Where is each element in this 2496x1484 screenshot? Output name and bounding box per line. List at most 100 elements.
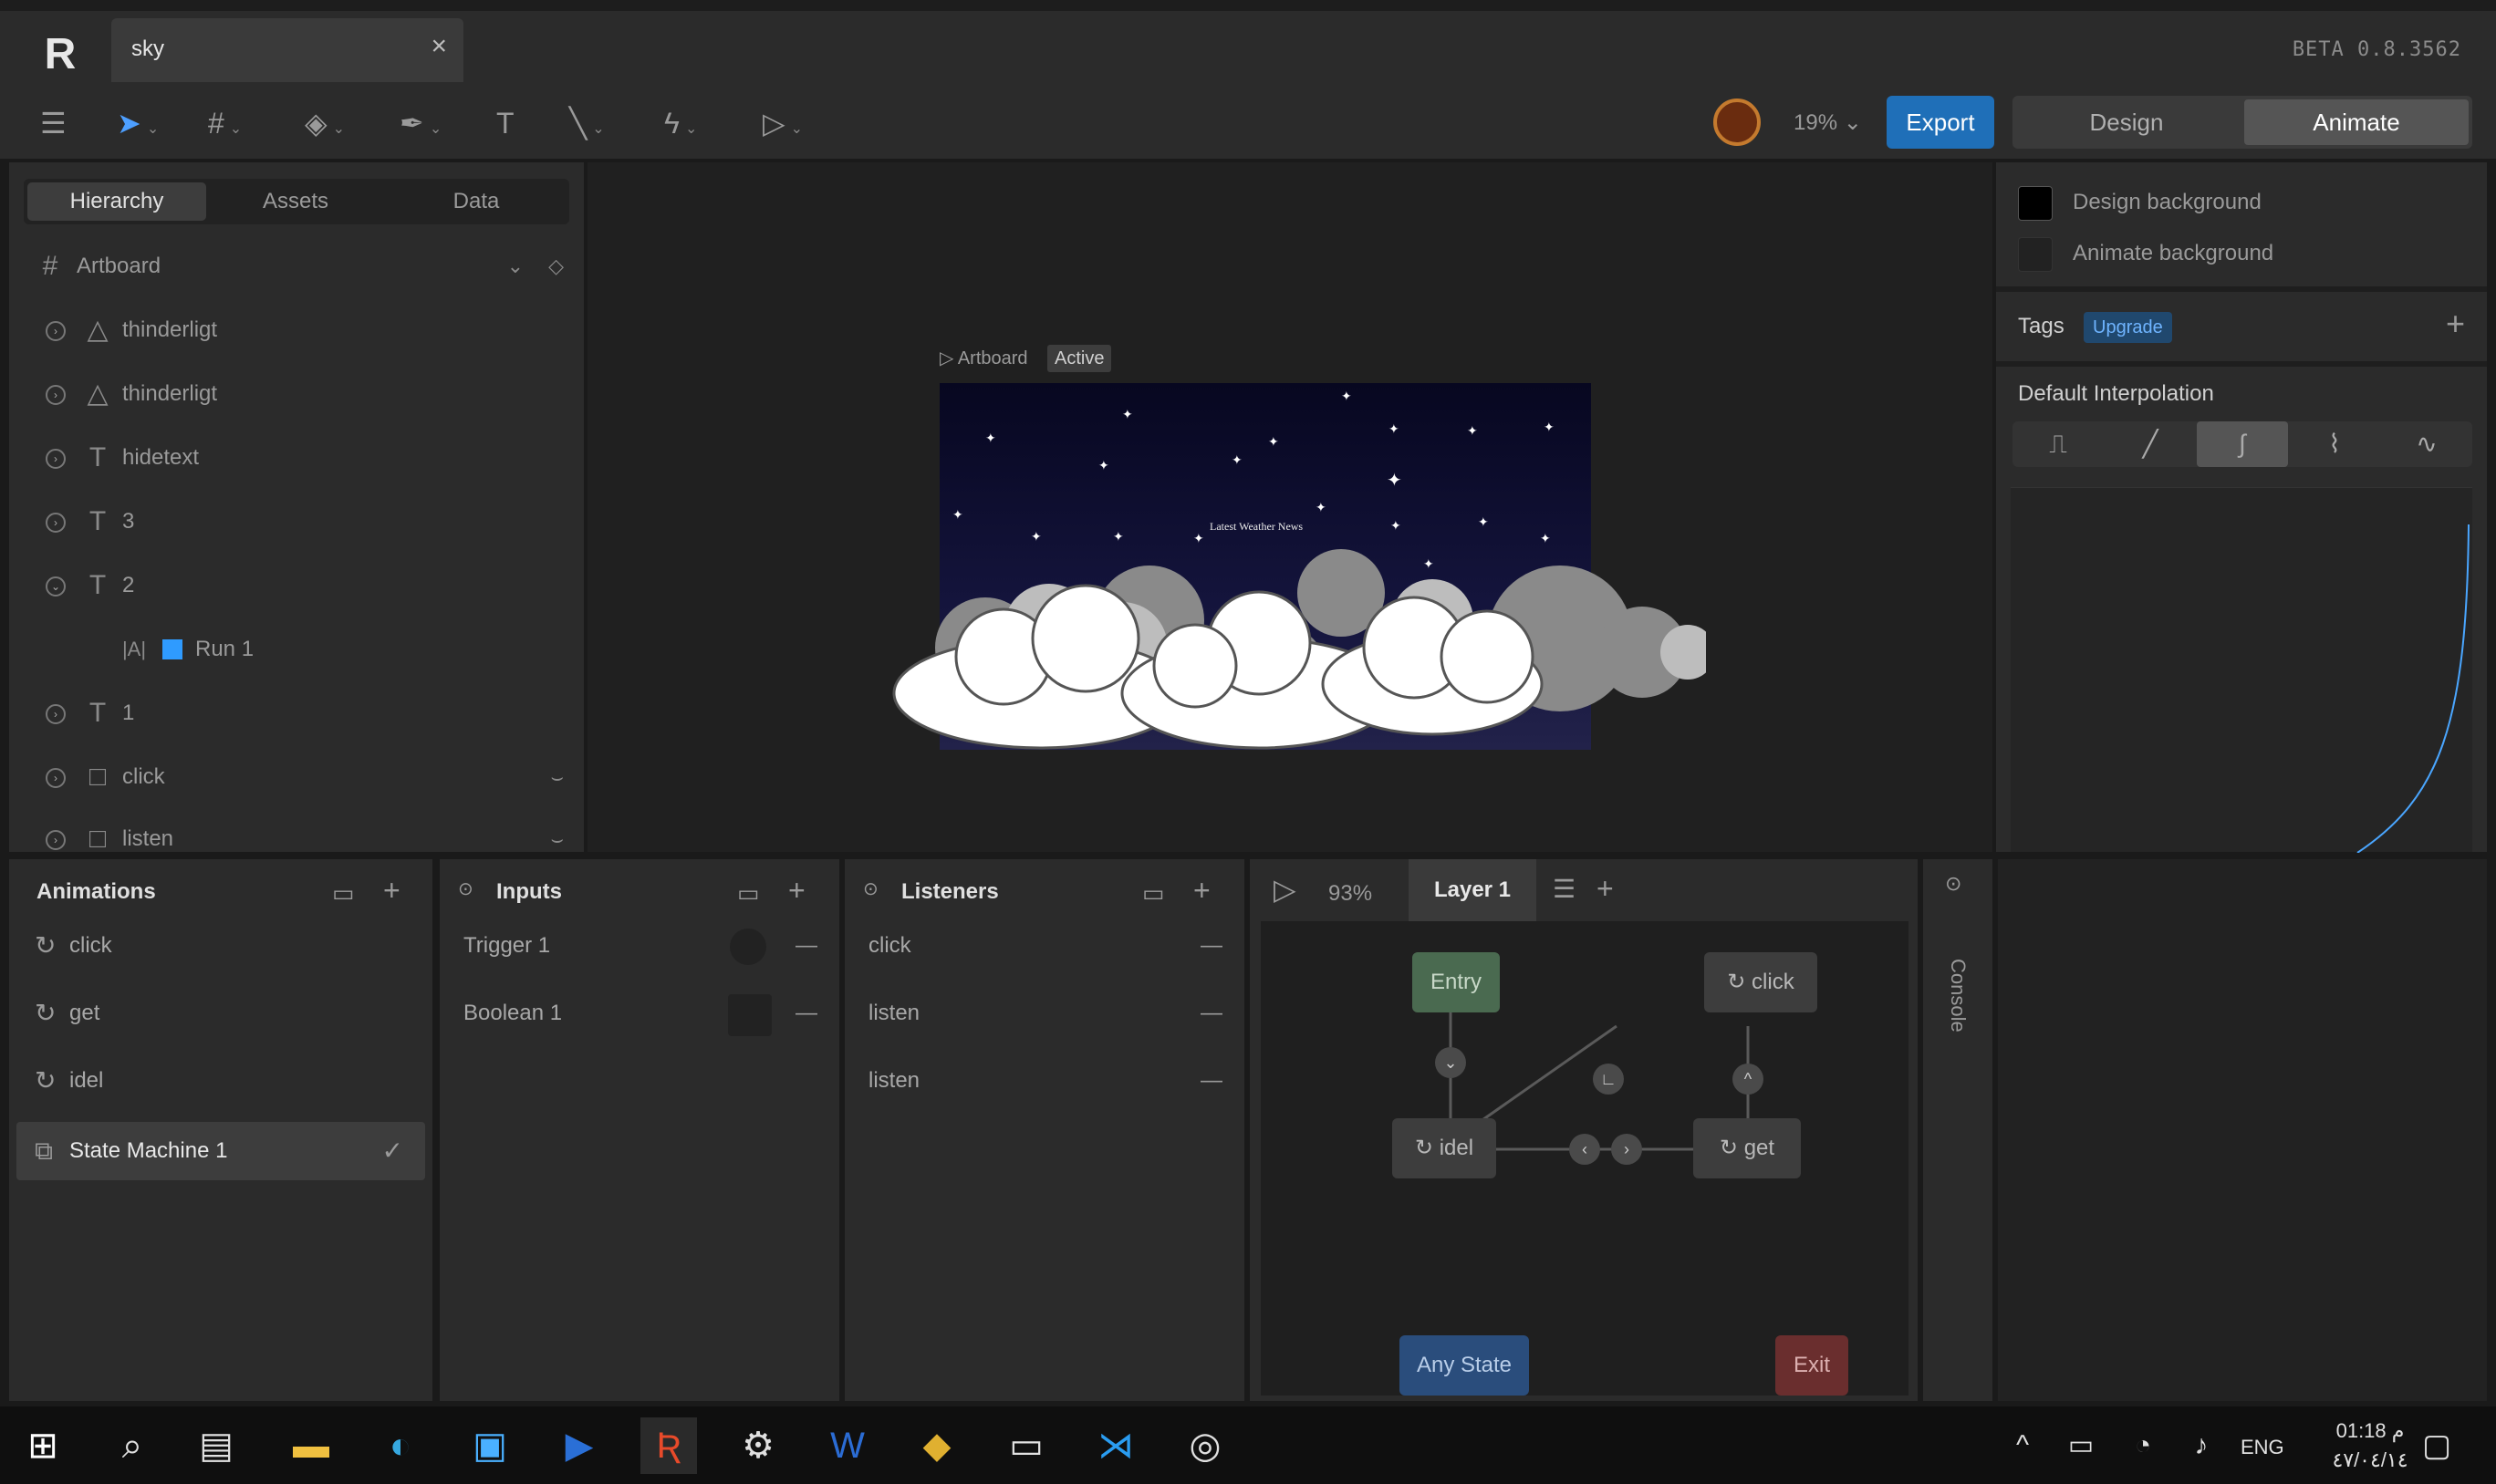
export-button[interactable]: Export: [1887, 96, 1994, 149]
folder-icon[interactable]: ▭: [737, 879, 760, 908]
chevron-up-icon[interactable]: ^: [1994, 1417, 2051, 1474]
photos-icon[interactable]: ▣: [462, 1417, 518, 1474]
windows-start-icon[interactable]: ⊞: [15, 1417, 71, 1474]
remove-icon[interactable]: —: [1201, 914, 1222, 978]
transition-left-icon[interactable]: ‹: [1569, 1134, 1600, 1165]
console-label[interactable]: Console: [1946, 959, 1970, 1033]
hierarchy-row[interactable]: |A| Run 1: [35, 629, 573, 669]
expand-icon[interactable]: ›: [46, 768, 66, 788]
rive-app-icon[interactable]: Ʀ: [640, 1417, 697, 1474]
layer-tab[interactable]: Layer 1: [1409, 859, 1536, 921]
elastic-interpolation-icon[interactable]: ∿: [2381, 421, 2472, 467]
expand-icon[interactable]: ›: [46, 704, 66, 724]
pen-tool-icon[interactable]: ✒ ⌄: [400, 100, 442, 146]
design-mode-tab[interactable]: Design: [2012, 96, 2241, 149]
play-icon[interactable]: ▷ ⌄: [763, 100, 803, 146]
chevron-down-icon[interactable]: ⌄: [592, 121, 604, 137]
collapse-icon[interactable]: ⌄: [46, 576, 66, 597]
hierarchy-row[interactable]: › T 3: [35, 502, 573, 542]
linear-interpolation-icon[interactable]: ╱: [2105, 421, 2196, 467]
expand-icon[interactable]: ›: [46, 449, 66, 469]
transition-up-icon[interactable]: ^: [1732, 1064, 1763, 1095]
hierarchy-row[interactable]: › T 1: [35, 693, 573, 733]
app-icon[interactable]: ◆: [909, 1417, 965, 1474]
listener-item[interactable]: listen —: [845, 1049, 1244, 1113]
animation-item[interactable]: ↻ idel: [9, 1049, 432, 1113]
zoom-level[interactable]: 19% ⌄: [1794, 109, 1862, 136]
chevron-down-icon[interactable]: ⌄: [791, 121, 803, 137]
trigger-button[interactable]: [730, 929, 766, 965]
hold-interpolation-icon[interactable]: ⎍: [2012, 421, 2104, 467]
menu-icon[interactable]: ☰: [40, 100, 67, 146]
remove-icon[interactable]: —: [796, 914, 817, 978]
avatar[interactable]: [1713, 99, 1761, 146]
animation-item[interactable]: ↻ click: [9, 914, 432, 978]
chevron-down-icon[interactable]: ⌄: [507, 246, 524, 286]
hierarchy-row[interactable]: › △ thinderligt: [35, 374, 573, 414]
design-bg-swatch[interactable]: [2018, 186, 2053, 221]
task-view-icon[interactable]: ▤: [188, 1417, 244, 1474]
collapse-icon[interactable]: ⊙: [458, 877, 473, 900]
powershell-icon[interactable]: ▶: [551, 1417, 608, 1474]
artboard-row[interactable]: # Artboard ⌄ ◇: [35, 246, 573, 286]
remove-icon[interactable]: —: [796, 981, 817, 1045]
edge-icon[interactable]: ◐: [372, 1417, 429, 1474]
animate-mode-tab[interactable]: Animate: [2244, 99, 2469, 145]
state-graph[interactable]: Entry ↻ click ↻ idel ↻ get ⌄ ∟ ^ ‹ › Any…: [1261, 921, 1908, 1396]
artboard-label[interactable]: ▷ Artboard: [940, 347, 1028, 369]
select-tool-icon[interactable]: ➤ ⌄: [117, 100, 159, 146]
custom-interpolation-icon[interactable]: ⌇: [2289, 421, 2380, 467]
folder-icon[interactable]: ▭: [1142, 879, 1165, 908]
animate-bg-swatch[interactable]: [2018, 237, 2053, 272]
listener-item[interactable]: listen —: [845, 981, 1244, 1045]
boolean-checkbox[interactable]: [728, 994, 772, 1036]
add-icon[interactable]: +: [788, 874, 806, 908]
collapse-icon[interactable]: ⊙: [863, 877, 879, 900]
chevron-down-icon[interactable]: ⌄: [685, 121, 697, 137]
input-item[interactable]: Trigger 1 —: [440, 914, 839, 978]
animation-item[interactable]: ↻ get: [9, 981, 432, 1045]
chevron-down-icon[interactable]: ⊙: [1945, 872, 1961, 896]
text-tool-icon[interactable]: T: [496, 100, 515, 146]
component-tool-icon[interactable]: ◈ ⌄: [305, 100, 345, 146]
notifications-icon[interactable]: ▢: [2408, 1417, 2465, 1474]
add-layer-icon[interactable]: +: [1596, 872, 1614, 906]
entry-node[interactable]: Entry: [1412, 952, 1500, 1012]
get-node[interactable]: ↻ get: [1693, 1118, 1801, 1178]
expand-icon[interactable]: ›: [46, 513, 66, 533]
transition-down-icon[interactable]: ⌄: [1435, 1047, 1466, 1078]
eye-closed-icon[interactable]: ⌣: [551, 757, 564, 797]
layer-menu-icon[interactable]: ☰: [1553, 874, 1576, 904]
folder-icon[interactable]: ▭: [332, 879, 355, 908]
chevron-down-icon[interactable]: ⌄: [430, 121, 442, 137]
document-tab[interactable]: sky ×: [111, 18, 463, 82]
obs-icon[interactable]: ◎: [1177, 1417, 1233, 1474]
hierarchy-row[interactable]: ⌄ T 2: [35, 566, 573, 606]
word-icon[interactable]: W: [819, 1417, 876, 1474]
expand-icon[interactable]: ›: [46, 830, 66, 850]
add-icon[interactable]: +: [383, 874, 400, 908]
wifi-icon[interactable]: ◔: [2115, 1417, 2171, 1474]
add-tag-icon[interactable]: +: [2446, 305, 2465, 343]
chevron-down-icon[interactable]: ⌄: [147, 121, 159, 137]
play-icon[interactable]: ▷: [1274, 872, 1296, 907]
lightning-tool-icon[interactable]: ϟ ⌄: [664, 100, 697, 146]
expand-icon[interactable]: ›: [46, 385, 66, 405]
hierarchy-row[interactable]: › □ listen ⌣: [35, 819, 573, 852]
input-item[interactable]: Boolean 1 —: [440, 981, 839, 1045]
settings-icon[interactable]: ⚙: [730, 1417, 786, 1474]
cubic-interpolation-icon[interactable]: ∫: [2197, 421, 2288, 467]
graph-zoom[interactable]: 93%: [1328, 881, 1372, 907]
volume-icon[interactable]: ♪: [2173, 1417, 2230, 1474]
transition-diagonal-icon[interactable]: ∟: [1593, 1064, 1624, 1095]
add-icon[interactable]: +: [1193, 874, 1211, 908]
vscode-icon[interactable]: ⋊: [1087, 1417, 1144, 1474]
tab-assets[interactable]: Assets: [206, 179, 385, 224]
artboard-tool-icon[interactable]: # ⌄: [208, 100, 242, 146]
exit-node[interactable]: Exit: [1775, 1335, 1848, 1396]
any-state-node[interactable]: Any State: [1399, 1335, 1529, 1396]
battery-icon[interactable]: ▭: [2053, 1417, 2109, 1474]
chevron-down-icon[interactable]: ⌄: [333, 121, 345, 137]
tab-data[interactable]: Data: [387, 179, 566, 224]
chevron-down-icon[interactable]: ⌄: [230, 121, 242, 137]
